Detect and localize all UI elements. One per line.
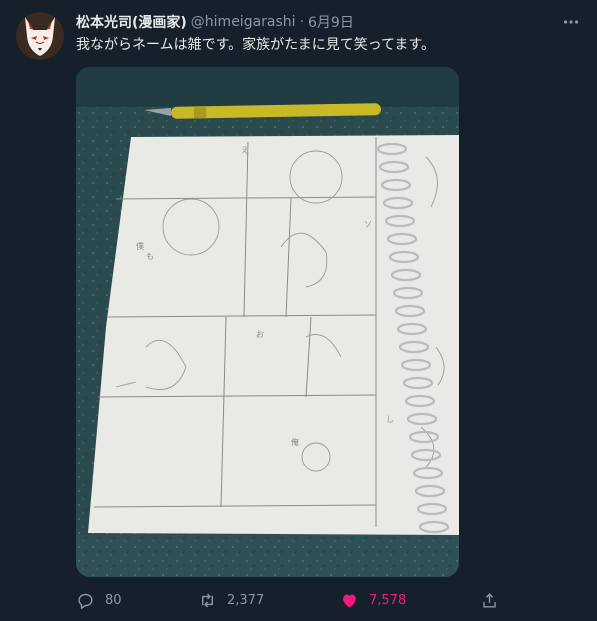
more-horizontal-icon (563, 20, 579, 24)
avatar[interactable] (16, 12, 64, 60)
reply-count: 80 (105, 592, 122, 608)
tweet-header: 松本光司(漫画家) @himeigarashi · 6月9日 (76, 12, 354, 32)
svg-text:し: し (386, 415, 394, 424)
retweet-count: 2,377 (227, 592, 265, 608)
heart-filled-icon (343, 594, 356, 608)
tweet-actions: 80 2,377 7,578 (76, 588, 506, 612)
like-button[interactable]: 7,578 (340, 588, 406, 612)
svg-text:も: も (146, 252, 154, 261)
share-icon (483, 592, 496, 608)
more-options-button[interactable] (559, 10, 583, 34)
like-count: 7,578 (369, 592, 407, 608)
svg-text:俺: 俺 (291, 437, 299, 447)
reply-icon (78, 593, 93, 609)
reply-button[interactable]: 80 (76, 588, 122, 612)
fox-mask-avatar-icon (16, 12, 64, 60)
tweet-media-photo[interactable]: 僕も え ソ お 俺 し (76, 67, 459, 577)
header-separator: · (299, 14, 305, 30)
retweet-button[interactable]: 2,377 (198, 588, 264, 612)
share-button[interactable] (480, 588, 509, 612)
svg-text:僕: 僕 (136, 241, 144, 251)
svg-text:え: え (241, 146, 249, 155)
svg-text:ソ: ソ (364, 220, 372, 229)
tweet-text: 我ながらネームは雑です。家族がたまに見て笑ってます。 (76, 37, 435, 53)
svg-text:お: お (256, 330, 264, 339)
tweet-date[interactable]: 6月9日 (308, 12, 354, 32)
author-handle[interactable]: @himeigarashi (191, 14, 296, 30)
retweet-icon (202, 593, 213, 607)
storyboard-photo-image: 僕も え ソ お 俺 し (76, 67, 459, 577)
author-name[interactable]: 松本光司(漫画家) (76, 12, 187, 32)
